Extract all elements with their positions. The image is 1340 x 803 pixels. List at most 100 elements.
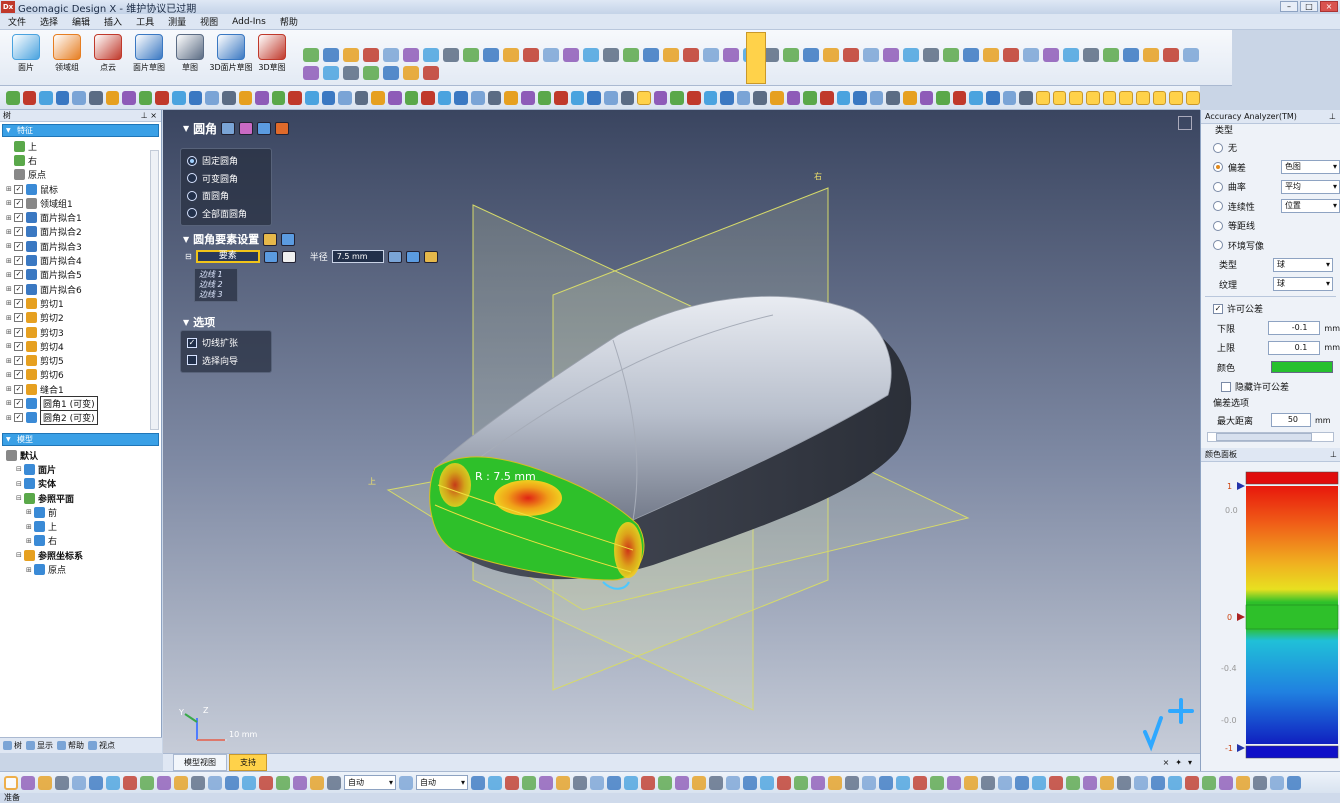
view-tool-icon[interactable] (819, 90, 834, 105)
expand-icon[interactable]: ⊟ (16, 494, 24, 502)
visibility-checkbox[interactable]: ✓ (14, 298, 23, 308)
visibility-checkbox[interactable]: ✓ (14, 341, 23, 351)
selection-tool-icon[interactable] (828, 775, 842, 790)
expand-icon[interactable]: ⊞ (6, 371, 14, 379)
tool-icon[interactable] (303, 48, 319, 62)
selection-tool-icon[interactable] (157, 775, 171, 790)
selection-tool-icon[interactable] (607, 775, 621, 790)
model-tree-item[interactable]: ⊟ 参照平面 (0, 491, 161, 505)
selection-tool-icon[interactable] (174, 775, 188, 790)
expand-icon[interactable]: ⊞ (26, 537, 34, 545)
tool-icon[interactable] (1163, 48, 1179, 62)
maximize-view-icon[interactable] (1178, 116, 1192, 130)
scrollbar-thumb[interactable] (1216, 433, 1312, 441)
tree-item[interactable]: ⊞ ✓ 剪切5 (0, 353, 161, 367)
selection-tool-icon[interactable] (964, 775, 978, 790)
view-tool-icon[interactable] (952, 90, 967, 105)
expand-icon[interactable]: ⊞ (6, 342, 14, 350)
tool-icon[interactable] (563, 48, 579, 62)
view-tool-icon[interactable] (321, 90, 336, 105)
selection-tool-icon[interactable] (913, 775, 927, 790)
tree-item[interactable]: ⊞ ✓ 面片拟合3 (0, 239, 161, 253)
view-tool-icon[interactable] (520, 90, 535, 105)
menu-edit[interactable]: 编辑 (72, 15, 90, 28)
selection-tool-icon[interactable] (89, 775, 103, 790)
selection-tool-icon[interactable] (522, 775, 536, 790)
tolerance-checkbox[interactable]: ✓ (1213, 303, 1223, 314)
maximize-button[interactable]: □ (1300, 1, 1318, 12)
selection-tool-icon[interactable] (726, 775, 740, 790)
tool-icon[interactable] (303, 66, 319, 80)
cancel-x-icon[interactable] (275, 122, 290, 135)
expand-icon[interactable]: ⊞ (6, 314, 14, 322)
visibility-checkbox[interactable]: ✓ (14, 227, 23, 237)
view-tool-icon[interactable] (421, 90, 435, 105)
tree-item[interactable]: ⊞ ✓ 鼠标 (0, 182, 161, 196)
view-tool-icon[interactable] (770, 90, 784, 105)
tool-icon[interactable] (443, 48, 459, 62)
selection-tool-icon[interactable] (1236, 775, 1250, 790)
tree-tab[interactable]: 显示 (26, 740, 53, 751)
tree-item[interactable]: ⊞ ✓ 面片拟合2 (0, 225, 161, 239)
tab-support[interactable]: 支持 (229, 754, 267, 771)
tool-icon[interactable] (423, 66, 439, 80)
tree-item[interactable]: ⊞ ✓ 剪切3 (0, 325, 161, 339)
selection-tool-icon[interactable] (471, 775, 485, 790)
edge-list-item[interactable]: 边线 3 (199, 290, 233, 300)
tool-icon[interactable] (623, 48, 639, 62)
selection-tool-icon[interactable] (1270, 775, 1284, 790)
selection-tool-icon[interactable] (794, 775, 808, 790)
selection-tool-icon[interactable] (21, 775, 35, 790)
max-distance-input[interactable]: 50 (1271, 413, 1311, 428)
hide-tolerance-checkbox[interactable] (1221, 381, 1231, 392)
expand-icon[interactable]: ⊞ (6, 271, 14, 279)
tool-icon[interactable] (703, 48, 719, 62)
selection-tool-icon[interactable] (1032, 775, 1046, 790)
tool-icon[interactable] (1043, 48, 1059, 62)
view-tool-icon[interactable] (753, 90, 768, 105)
tool-icon[interactable] (343, 48, 359, 62)
selection-tool-icon[interactable] (4, 775, 18, 790)
selection-tool-icon[interactable] (123, 775, 137, 790)
selection-tool-icon[interactable] (1151, 775, 1165, 790)
view-tool-icon[interactable] (437, 90, 452, 105)
selection-tool-icon[interactable] (556, 775, 570, 790)
tool-icon[interactable] (683, 48, 699, 62)
option-checkbox[interactable]: ✓ (187, 337, 197, 348)
tree-item[interactable]: ⊞ ✓ 圆角1 (可变) (0, 396, 161, 411)
tab-menu-icon[interactable]: ▾ (1188, 758, 1192, 767)
tool-icon[interactable] (1003, 48, 1019, 62)
tree-tab[interactable]: 树 (3, 740, 22, 751)
visibility-checkbox[interactable]: ✓ (14, 284, 23, 294)
expand-icon[interactable]: ⊞ (6, 414, 14, 422)
close-tab-icon[interactable]: × (1163, 758, 1170, 767)
view-tool-icon[interactable] (853, 90, 867, 105)
selection-tool-icon[interactable] (743, 775, 757, 790)
tree-item[interactable]: 上 (0, 139, 161, 153)
shape-select[interactable]: 球 (1273, 257, 1333, 272)
view-tool-icon[interactable] (504, 90, 518, 105)
view-tool-icon[interactable] (653, 90, 668, 105)
radius-tool-icon[interactable] (423, 250, 438, 263)
collapse-arrow-icon[interactable]: ▼ (183, 318, 189, 327)
analysis-type-option[interactable]: 环境写像 (1201, 236, 1340, 256)
tree-tab[interactable]: 视点 (88, 740, 115, 751)
view-tool-icon[interactable] (172, 90, 186, 105)
radius-input[interactable]: 7.5 mm (331, 250, 384, 263)
tree-item[interactable]: ⊞ ✓ 面片拟合1 (0, 210, 161, 224)
features-section-header[interactable]: 特征 (2, 124, 159, 137)
fillet-type-option[interactable]: 全部面圆角 (187, 205, 265, 223)
menu-insert[interactable]: 插入 (104, 15, 122, 28)
feature-tree-scrollbar[interactable] (150, 150, 159, 430)
ribbon-button[interactable]: 草图 (170, 34, 210, 73)
visibility-checkbox[interactable]: ✓ (14, 398, 23, 408)
zero-marker-icon[interactable] (1237, 613, 1245, 621)
view-tool-icon[interactable] (803, 90, 817, 105)
view-tool-icon[interactable] (188, 90, 203, 105)
lower-marker-icon[interactable] (1237, 744, 1245, 752)
view-tool-icon[interactable] (720, 90, 734, 105)
analysis-type-option[interactable]: 曲率 平均 (1201, 177, 1340, 197)
tool-icon[interactable] (1183, 48, 1199, 62)
tool-icon[interactable] (403, 66, 419, 80)
selection-tool-icon[interactable] (930, 775, 944, 790)
